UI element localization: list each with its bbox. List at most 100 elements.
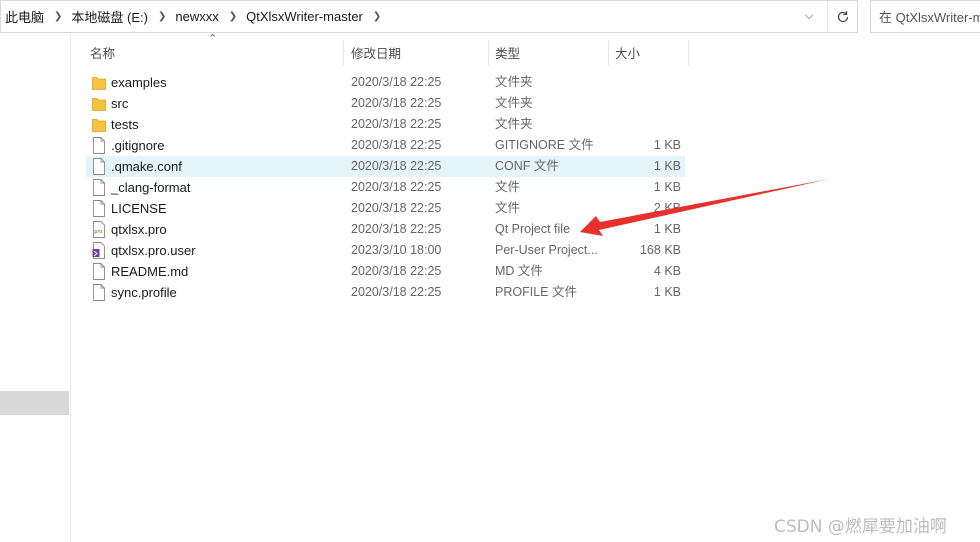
chevron-right-icon[interactable]: ❯: [373, 11, 381, 22]
file-size: [606, 72, 681, 93]
file-size: [606, 114, 681, 135]
breadcrumb-label: QtXlsxWriter-master: [246, 9, 363, 24]
file-size: 1 KB: [653, 180, 681, 194]
file-type: Qt Project file: [495, 222, 571, 236]
breadcrumb-label: 本地磁盘 (E:): [71, 10, 148, 25]
column-divider[interactable]: [488, 40, 489, 66]
file-modified-date: 2020/3/18 22:25: [351, 159, 442, 173]
file-name: _clang-format: [111, 180, 191, 195]
file-type: PROFILE 文件: [495, 285, 577, 299]
folder-icon: [92, 116, 106, 133]
file-size: 1 KB: [653, 285, 681, 299]
file-modified-date: 2020/3/18 22:25: [351, 264, 442, 278]
file-name: LICENSE: [111, 201, 167, 216]
file-type: 文件夹: [495, 96, 533, 110]
column-header-type[interactable]: 类型: [495, 38, 520, 66]
file-size: [606, 93, 681, 114]
file-type: 文件: [495, 201, 521, 215]
file-type: MD 文件: [495, 264, 543, 278]
file-icon: [92, 137, 106, 154]
visual-studio-file-icon: [92, 242, 106, 259]
file-name: tests: [111, 117, 139, 132]
file-size: 1 KB: [653, 159, 681, 173]
qt-project-icon: pro: [92, 221, 106, 238]
file-modified-date: 2020/3/18 22:25: [351, 201, 442, 215]
file-icon: [92, 284, 106, 301]
file-type: 文件夹: [495, 117, 533, 131]
column-header-size[interactable]: 大小: [615, 38, 640, 66]
file-name: qtxlsx.pro.user: [111, 243, 196, 258]
file-type: GITIGNORE 文件: [495, 138, 594, 152]
breadcrumb-drive-e[interactable]: 本地磁盘 (E:) ❯: [71, 1, 175, 32]
file-modified-date: 2020/3/18 22:25: [351, 285, 442, 299]
file-row[interactable]: examples 2020/3/18 22:25 文件夹: [86, 72, 685, 93]
svg-text:pro: pro: [94, 229, 102, 235]
file-size: 1 KB: [653, 138, 681, 152]
breadcrumb-qtxlsxwriter-master[interactable]: QtXlsxWriter-master ❯: [246, 1, 390, 32]
file-row[interactable]: qtxlsx.pro.user 2023/3/10 18:00 Per-User P…: [86, 240, 685, 261]
file-size: 4 KB: [653, 264, 681, 278]
file-modified-date: 2020/3/18 22:25: [351, 75, 442, 89]
file-size: 168 KB: [639, 243, 681, 257]
file-name: examples: [111, 75, 167, 90]
file-type: Per-User Project...: [495, 243, 598, 257]
search-placeholder: 在 QtXlsxWriter-master 中搜索: [879, 10, 980, 25]
file-modified-date: 2020/3/18 22:25: [351, 96, 442, 110]
watermark: CSDN @燃犀要加油啊: [774, 517, 947, 537]
file-icon: [92, 179, 106, 196]
breadcrumb-label: newxxx: [175, 9, 219, 24]
column-divider[interactable]: [343, 40, 344, 66]
file-name: README.md: [111, 264, 189, 279]
file-type: 文件夹: [495, 75, 533, 89]
file-name: src: [111, 96, 129, 111]
file-icon: [92, 263, 106, 280]
chevron-right-icon[interactable]: ❯: [229, 11, 237, 22]
file-icon: [92, 200, 106, 217]
breadcrumb-this-pc[interactable]: 此电脑 ❯: [5, 1, 71, 32]
file-type: 文件: [495, 180, 521, 194]
folder-icon: [92, 74, 106, 91]
column-header-modified[interactable]: 修改日期: [351, 38, 401, 66]
file-row[interactable]: pro qtxlsx.pro 2020/3/18 22:25 Qt Project f…: [86, 219, 685, 240]
column-header-label: 大小: [615, 46, 641, 61]
file-modified-date: 2020/3/18 22:25: [351, 117, 442, 131]
file-size: 1 KB: [653, 222, 681, 236]
chevron-right-icon[interactable]: ❯: [158, 11, 166, 22]
file-modified-date: 2020/3/18 22:25: [351, 180, 442, 194]
file-size: 2 KB: [653, 201, 681, 215]
file-name: sync.profile: [111, 285, 177, 300]
file-modified-date: 2020/3/18 22:25: [351, 222, 442, 236]
file-row[interactable]: LICENSE 2020/3/18 22:25 文件 2 KB: [86, 198, 685, 219]
sort-ascending-icon: ⌃: [208, 33, 218, 45]
folder-icon: [92, 95, 106, 112]
file-row[interactable]: src 2020/3/18 22:25 文件夹: [86, 93, 685, 114]
search-input[interactable]: 在 QtXlsxWriter-master 中搜索: [870, 0, 980, 33]
column-divider[interactable]: [608, 40, 609, 66]
column-header-label: 名称: [90, 46, 116, 61]
file-row[interactable]: .qmake.conf 2020/3/18 22:25 CONF 文件 1 KB: [86, 156, 685, 177]
column-header-label: 修改日期: [351, 46, 402, 61]
column-header-name[interactable]: 名称: [90, 38, 115, 66]
file-name: .gitignore: [111, 138, 165, 153]
column-divider[interactable]: [688, 40, 689, 66]
refresh-icon[interactable]: [827, 1, 857, 32]
address-bar[interactable]: 此电脑 ❯ 本地磁盘 (E:) ❯ newxxx ❯ QtXlsxWriter-mas…: [0, 0, 858, 33]
file-name: .qmake.conf: [111, 159, 182, 174]
file-modified-date: 2023/3/10 18:00: [351, 243, 442, 257]
column-header-label: 类型: [495, 46, 521, 61]
file-row[interactable]: tests 2020/3/18 22:25 文件夹: [86, 114, 685, 135]
file-row[interactable]: sync.profile 2020/3/18 22:25 PROFILE 文件 1 K…: [86, 282, 685, 303]
navigation-pane[interactable]: [0, 34, 71, 542]
file-row[interactable]: README.md 2020/3/18 22:25 MD 文件 4 KB: [86, 261, 685, 282]
chevron-right-icon[interactable]: ❯: [54, 11, 62, 22]
breadcrumb-label: 此电脑: [5, 10, 45, 25]
file-name: qtxlsx.pro: [111, 222, 167, 237]
file-type: CONF 文件: [495, 159, 559, 173]
breadcrumb-newxxx[interactable]: newxxx ❯: [175, 1, 246, 32]
file-icon: [92, 158, 106, 175]
file-row[interactable]: .gitignore 2020/3/18 22:25 GITIGNORE 文件 1 K…: [86, 135, 685, 156]
nav-selected-item[interactable]: [0, 391, 69, 415]
file-row[interactable]: _clang-format 2020/3/18 22:25 文件 1 KB: [86, 177, 685, 198]
file-modified-date: 2020/3/18 22:25: [351, 138, 442, 152]
chevron-down-icon[interactable]: ⌵: [797, 1, 821, 32]
